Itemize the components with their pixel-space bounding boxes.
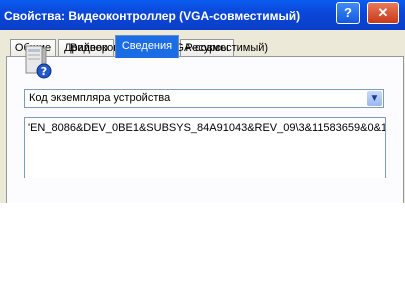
property-value-list[interactable]: 'EN_8086&DEV_0BE1&SUBSYS_84A91043&REV_09… bbox=[24, 117, 386, 178]
tab-details[interactable]: Сведения bbox=[115, 35, 179, 58]
close-button[interactable]: ✕ bbox=[367, 2, 399, 24]
display-adapter-unknown-icon: ? bbox=[25, 45, 52, 79]
chevron-down-icon[interactable]: ▼ bbox=[367, 91, 382, 106]
property-select-value: Код экземпляра устройства bbox=[29, 92, 171, 104]
property-select[interactable]: Код экземпляра устройства ▼ bbox=[24, 89, 384, 108]
window-title: Свойства: Видеоконтроллер (VGA-совместим… bbox=[4, 9, 301, 23]
help-button[interactable]: ? bbox=[336, 2, 360, 24]
title-bar[interactable]: Свойства: Видеоконтроллер (VGA-совместим… bbox=[0, 0, 405, 30]
property-value-text[interactable]: 'EN_8086&DEV_0BE1&SUBSYS_84A91043&REV_09… bbox=[28, 122, 385, 134]
svg-text:?: ? bbox=[41, 65, 47, 78]
properties-window: Свойства: Видеоконтроллер (VGA-совместим… bbox=[0, 0, 405, 203]
